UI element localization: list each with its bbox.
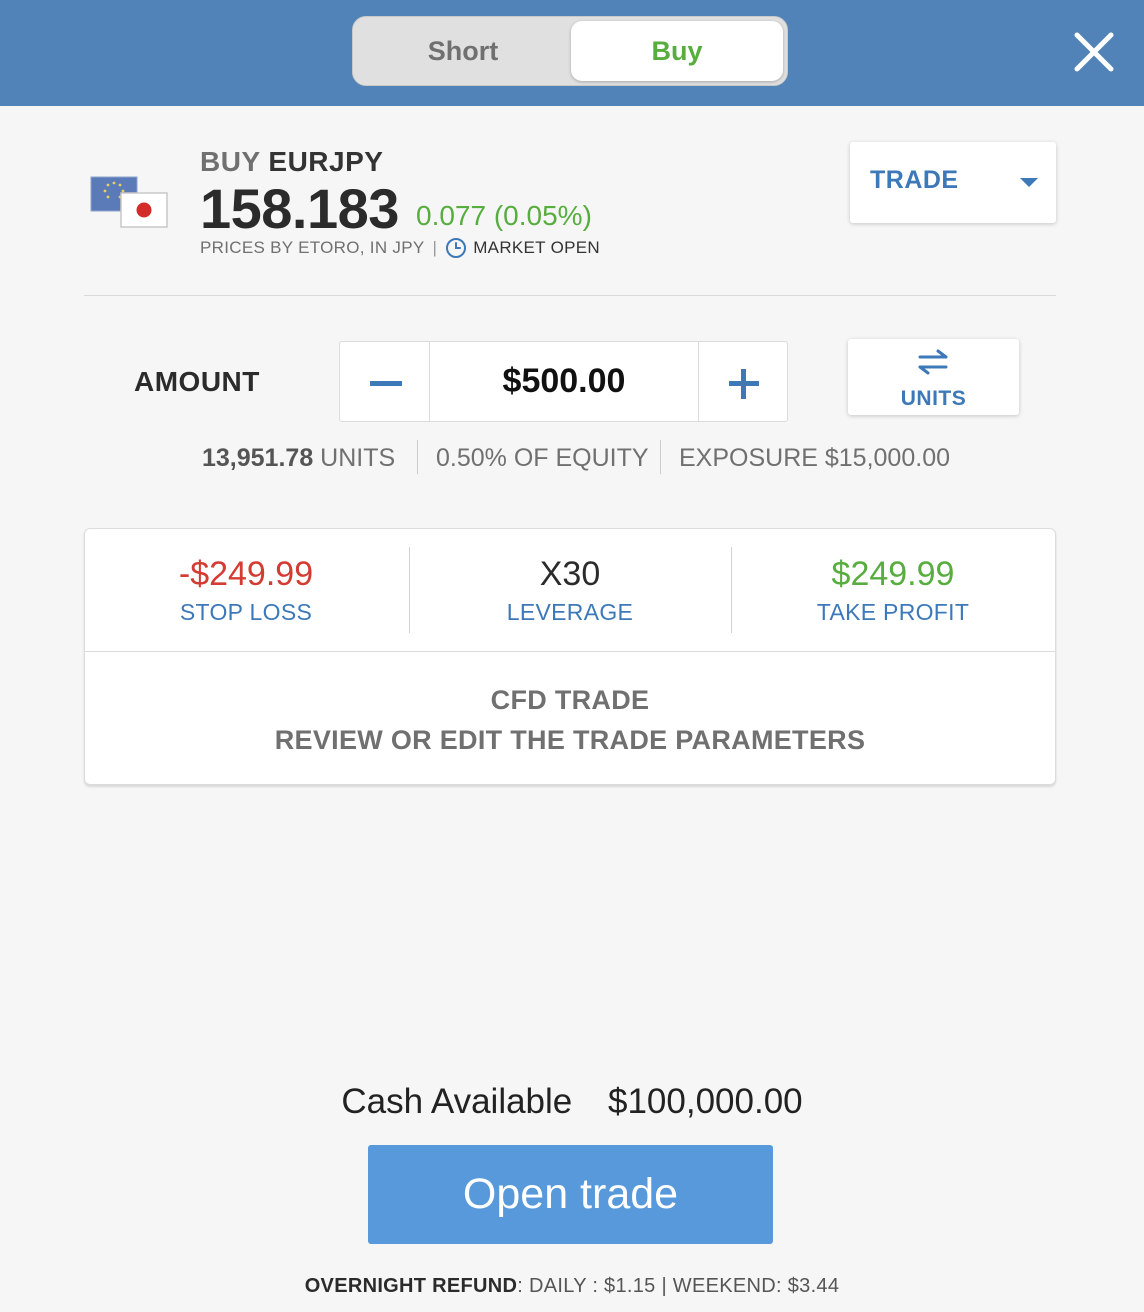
chevron-down-icon bbox=[1020, 178, 1038, 187]
price-source-text: PRICES BY ETORO, IN JPY bbox=[200, 238, 425, 257]
overnight-refund: OVERNIGHT REFUND: DAILY : $1.15 | WEEKEN… bbox=[0, 1275, 1144, 1298]
header-bar: Short Buy bbox=[0, 0, 1144, 106]
take-profit-label: TAKE PROFIT bbox=[816, 599, 970, 625]
instrument-action: BUY bbox=[200, 146, 261, 177]
amount-label: AMOUNT bbox=[134, 366, 260, 397]
swap-icon bbox=[916, 349, 950, 375]
decrease-amount-button[interactable] bbox=[340, 342, 430, 421]
card-divider bbox=[85, 651, 1055, 652]
minus-icon bbox=[370, 381, 402, 386]
units-suffix: UNITS bbox=[320, 444, 396, 472]
short-tab[interactable]: Short bbox=[357, 21, 569, 81]
order-type-dropdown[interactable]: TRADE bbox=[850, 142, 1056, 223]
info-separator bbox=[660, 440, 661, 474]
overnight-refund-values: : DAILY : $1.15 | WEEKEND: $3.44 bbox=[517, 1275, 840, 1297]
eur-jpy-flags-icon bbox=[90, 176, 170, 232]
overnight-refund-label: OVERNIGHT REFUND bbox=[304, 1275, 518, 1297]
cfd-trade-title: CFD TRADE bbox=[490, 685, 650, 715]
separator: | bbox=[432, 238, 438, 257]
units-readout: 13,951.78 UNITS bbox=[202, 444, 395, 473]
amount-info: 13,951.78 UNITS 0.50% OF EQUITY EXPOSURE… bbox=[0, 440, 1144, 476]
cash-available-value: $100,000.00 bbox=[608, 1082, 803, 1121]
price-source: PRICES BY ETORO, IN JPY | MARKET OPEN bbox=[200, 237, 600, 259]
instrument-symbol: EURJPY bbox=[268, 146, 384, 177]
leverage-value: X30 bbox=[539, 555, 601, 593]
take-profit-value: $249.99 bbox=[831, 555, 955, 593]
amount-stepper: $500.00 bbox=[339, 341, 788, 422]
cfd-trade-subtitle: REVIEW OR EDIT THE TRADE PARAMETERS bbox=[274, 725, 866, 755]
instrument-name: BUY EURJPY bbox=[200, 146, 383, 178]
equity-readout: 0.50% OF EQUITY bbox=[436, 444, 649, 472]
param-separator bbox=[731, 547, 732, 633]
stop-loss-label: STOP LOSS bbox=[179, 599, 313, 625]
direction-toggle: Short Buy bbox=[352, 16, 788, 86]
clock-icon bbox=[445, 237, 467, 259]
increase-amount-button[interactable] bbox=[698, 342, 788, 421]
units-value: 13,951.78 bbox=[202, 444, 314, 472]
trade-parameters-card: -$249.99 STOP LOSS X30 LEVERAGE $249.99 … bbox=[84, 528, 1056, 785]
amount-input[interactable]: $500.00 bbox=[430, 342, 698, 421]
exposure-readout: EXPOSURE $15,000.00 bbox=[679, 444, 950, 472]
leverage-label: LEVERAGE bbox=[506, 599, 634, 625]
take-profit-button[interactable]: $249.99 TAKE PROFIT bbox=[733, 529, 1053, 651]
price-change: 0.077 (0.05%) bbox=[416, 200, 592, 231]
close-icon[interactable] bbox=[1070, 28, 1118, 76]
market-status: MARKET OPEN bbox=[473, 238, 600, 257]
divider bbox=[84, 295, 1056, 296]
leverage-button[interactable]: X30 LEVERAGE bbox=[410, 529, 730, 651]
stop-loss-button[interactable]: -$249.99 STOP LOSS bbox=[86, 529, 406, 651]
current-price: 158.183 bbox=[200, 177, 399, 240]
open-trade-button[interactable]: Open trade bbox=[368, 1145, 773, 1244]
info-separator bbox=[417, 440, 418, 474]
units-toggle-button[interactable]: UNITS bbox=[848, 339, 1019, 415]
units-button-label: UNITS bbox=[900, 387, 967, 410]
stop-loss-value: -$249.99 bbox=[178, 555, 314, 593]
order-type-label: TRADE bbox=[870, 166, 959, 194]
cash-available: Cash Available $100,000.00 bbox=[0, 1082, 1144, 1122]
cash-available-label: Cash Available bbox=[341, 1082, 573, 1121]
buy-tab[interactable]: Buy bbox=[571, 21, 783, 81]
